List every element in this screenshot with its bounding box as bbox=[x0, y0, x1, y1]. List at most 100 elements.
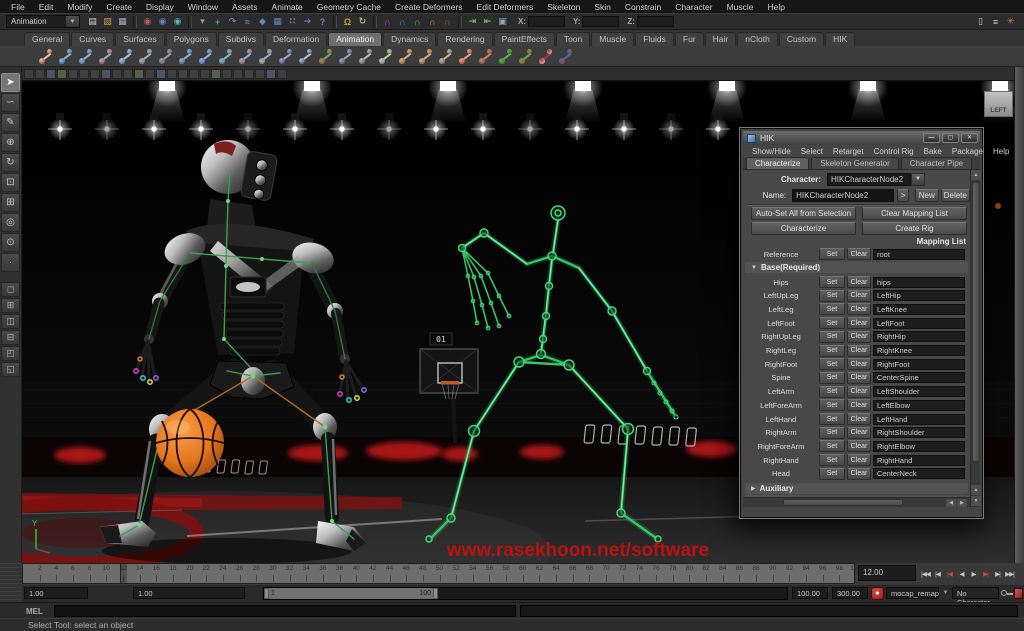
go-to-start-button[interactable]: |◀◀ bbox=[920, 567, 931, 581]
hik-menu-help[interactable]: Help bbox=[988, 147, 1014, 156]
select-by-object-icon[interactable]: ◉ bbox=[155, 14, 170, 29]
collapsed-panel-strip[interactable] bbox=[1014, 67, 1024, 563]
shelf-copy-weights-icon[interactable] bbox=[458, 48, 475, 65]
shelf-tab-fur[interactable]: Fur bbox=[674, 32, 704, 46]
panel-toolbar-icon[interactable] bbox=[123, 68, 133, 79]
clear-button[interactable]: Clear bbox=[847, 317, 871, 330]
shelf-lattice-icon[interactable] bbox=[538, 48, 555, 65]
menu-file[interactable]: File bbox=[4, 2, 32, 12]
current-time-field[interactable]: 12.00 bbox=[858, 565, 916, 581]
soft-modification-tool[interactable]: ◎ bbox=[1, 213, 20, 232]
shelf-orient-joint-icon[interactable] bbox=[138, 48, 155, 65]
shelf-tab-general[interactable]: General bbox=[24, 32, 71, 46]
paint-select-tool[interactable]: ✎ bbox=[1, 113, 20, 132]
panel-toolbar-icon[interactable] bbox=[35, 68, 45, 79]
shelf-tab-surfaces[interactable]: Surfaces bbox=[115, 32, 165, 46]
panel-toolbar-icon[interactable] bbox=[266, 68, 276, 79]
scale-tool[interactable]: ⊡ bbox=[1, 173, 20, 192]
character-menu-dropdown[interactable]: mocap_remap bbox=[886, 587, 939, 599]
play-forwards-button[interactable]: ▶ bbox=[968, 567, 979, 581]
panel-toolbar-icon[interactable] bbox=[145, 68, 155, 79]
maximize-button[interactable]: ▢ bbox=[942, 133, 959, 143]
snap-to-planes-icon[interactable]: ∷ bbox=[285, 14, 300, 29]
panel-toolbar-icon[interactable] bbox=[178, 68, 188, 79]
hik-titlebar[interactable]: HIK — ▢ ✕ bbox=[743, 131, 980, 145]
set-button[interactable]: Set bbox=[819, 371, 845, 384]
shelf-character-set-icon[interactable] bbox=[338, 48, 355, 65]
mapping-value-field[interactable]: CenterSpine bbox=[873, 372, 965, 384]
create-rig-button[interactable]: Create Rig bbox=[862, 222, 967, 235]
playback-end-field[interactable]: 100.00 bbox=[792, 587, 828, 599]
new-scene-icon[interactable]: ▤ bbox=[85, 14, 100, 29]
clear-button[interactable]: Clear bbox=[847, 303, 871, 316]
clear-button[interactable]: Clear bbox=[847, 344, 871, 357]
menu-muscle[interactable]: Muscle bbox=[720, 2, 761, 12]
lasso-select-tool[interactable]: ∽ bbox=[1, 93, 20, 112]
z-coordinate-field[interactable] bbox=[636, 16, 674, 27]
shelf-tab-deformation[interactable]: Deformation bbox=[264, 32, 328, 46]
animation-preferences-icon[interactable] bbox=[1014, 588, 1023, 599]
character-dropdown-arrow-icon[interactable]: ▼ bbox=[911, 172, 925, 186]
select-by-component-icon[interactable]: ◉ bbox=[170, 14, 185, 29]
shelf-tab-ncloth[interactable]: nCloth bbox=[737, 32, 778, 46]
shelf-brackets-icon[interactable] bbox=[358, 48, 375, 65]
clear-button[interactable]: Clear bbox=[847, 399, 871, 412]
delete-character-button[interactable]: Delete bbox=[940, 188, 970, 202]
set-button[interactable]: Set bbox=[819, 413, 845, 425]
snap-to-grids-icon[interactable]: ▦ bbox=[270, 14, 285, 29]
character-set-dropdown[interactable]: No Character Set bbox=[952, 587, 999, 616]
snap-magnet-curve-icon[interactable]: ∩ bbox=[395, 14, 410, 29]
shelf-mirror-joint-icon[interactable] bbox=[118, 48, 135, 65]
set-button[interactable]: Set bbox=[819, 317, 845, 330]
shelf-cluster-icon[interactable] bbox=[518, 48, 535, 65]
tool-settings-icon[interactable]: ✳ bbox=[1003, 14, 1018, 29]
range-end-handle[interactable] bbox=[433, 588, 438, 599]
mel-input-field[interactable] bbox=[54, 605, 516, 617]
range-slider-bar[interactable]: 1 100 bbox=[264, 588, 438, 599]
chevron-down-icon[interactable]: ▼ bbox=[941, 589, 950, 598]
clear-button[interactable]: Clear bbox=[847, 454, 871, 467]
section-auxiliary[interactable]: ▶ Auxiliary bbox=[745, 483, 968, 494]
mapping-value-field[interactable]: LeftHand bbox=[873, 413, 965, 425]
shelf-skeleton-icon[interactable] bbox=[158, 48, 175, 65]
basketball[interactable] bbox=[155, 408, 225, 478]
panel-toolbar-icon[interactable] bbox=[57, 68, 67, 79]
hik-menu-package[interactable]: Package bbox=[947, 147, 988, 156]
current-frame-indicator[interactable] bbox=[119, 564, 127, 583]
hik-vertical-scrollbar[interactable]: ▲ ▲ ▼ bbox=[970, 170, 981, 507]
shelf-ik-spline-icon[interactable] bbox=[198, 48, 215, 65]
rotate-tool[interactable]: ↻ bbox=[1, 153, 20, 172]
panel-toolbar-icon[interactable] bbox=[90, 68, 100, 79]
set-button[interactable]: Set bbox=[819, 454, 845, 467]
menu-character[interactable]: Character bbox=[668, 2, 719, 12]
shelf-ik-handle-icon[interactable] bbox=[178, 48, 195, 65]
shelf-constraint-icon[interactable] bbox=[298, 48, 315, 65]
shelf-ik-sc-icon[interactable] bbox=[258, 48, 275, 65]
clear-button[interactable]: Clear bbox=[847, 330, 871, 343]
shelf-character-icon[interactable] bbox=[38, 48, 55, 65]
mapping-value-field[interactable]: LeftElbow bbox=[873, 399, 965, 411]
menu-skeleton[interactable]: Skeleton bbox=[540, 2, 587, 12]
menu-modify[interactable]: Modify bbox=[60, 2, 99, 12]
last-tool-slot[interactable]: · bbox=[1, 253, 20, 272]
step-back-frame-button[interactable]: |◀ bbox=[932, 567, 943, 581]
hik-menu-show-hide[interactable]: Show/Hide bbox=[747, 147, 796, 156]
panel-toolbar-icon[interactable] bbox=[156, 68, 166, 79]
scrollbar-thumb[interactable] bbox=[972, 182, 980, 462]
panel-toolbar-icon[interactable] bbox=[200, 68, 210, 79]
shelf-tab-hik[interactable]: HIK bbox=[825, 32, 856, 46]
menu-skin[interactable]: Skin bbox=[587, 2, 618, 12]
shelf-remove-joint-icon[interactable] bbox=[98, 48, 115, 65]
hik-tab-character-pipe[interactable]: Character Pipe bbox=[900, 157, 973, 169]
mapping-value-field[interactable]: CenterNeck bbox=[873, 468, 965, 480]
reference-value-field[interactable]: root bbox=[873, 248, 965, 260]
shelf-axis-icon[interactable] bbox=[318, 48, 335, 65]
play-backwards-button[interactable]: ◀ bbox=[956, 567, 967, 581]
snap-to-points-icon[interactable]: ◆ bbox=[255, 14, 270, 29]
menu-constrain[interactable]: Constrain bbox=[618, 2, 668, 12]
shelf-tab-toon[interactable]: Toon bbox=[555, 32, 591, 46]
select-by-hierarchy-icon[interactable]: ◉ bbox=[140, 14, 155, 29]
panel-toolbar-icon[interactable] bbox=[112, 68, 122, 79]
shelf-smooth-bind-icon[interactable] bbox=[398, 48, 415, 65]
set-button[interactable]: Set bbox=[819, 289, 845, 302]
